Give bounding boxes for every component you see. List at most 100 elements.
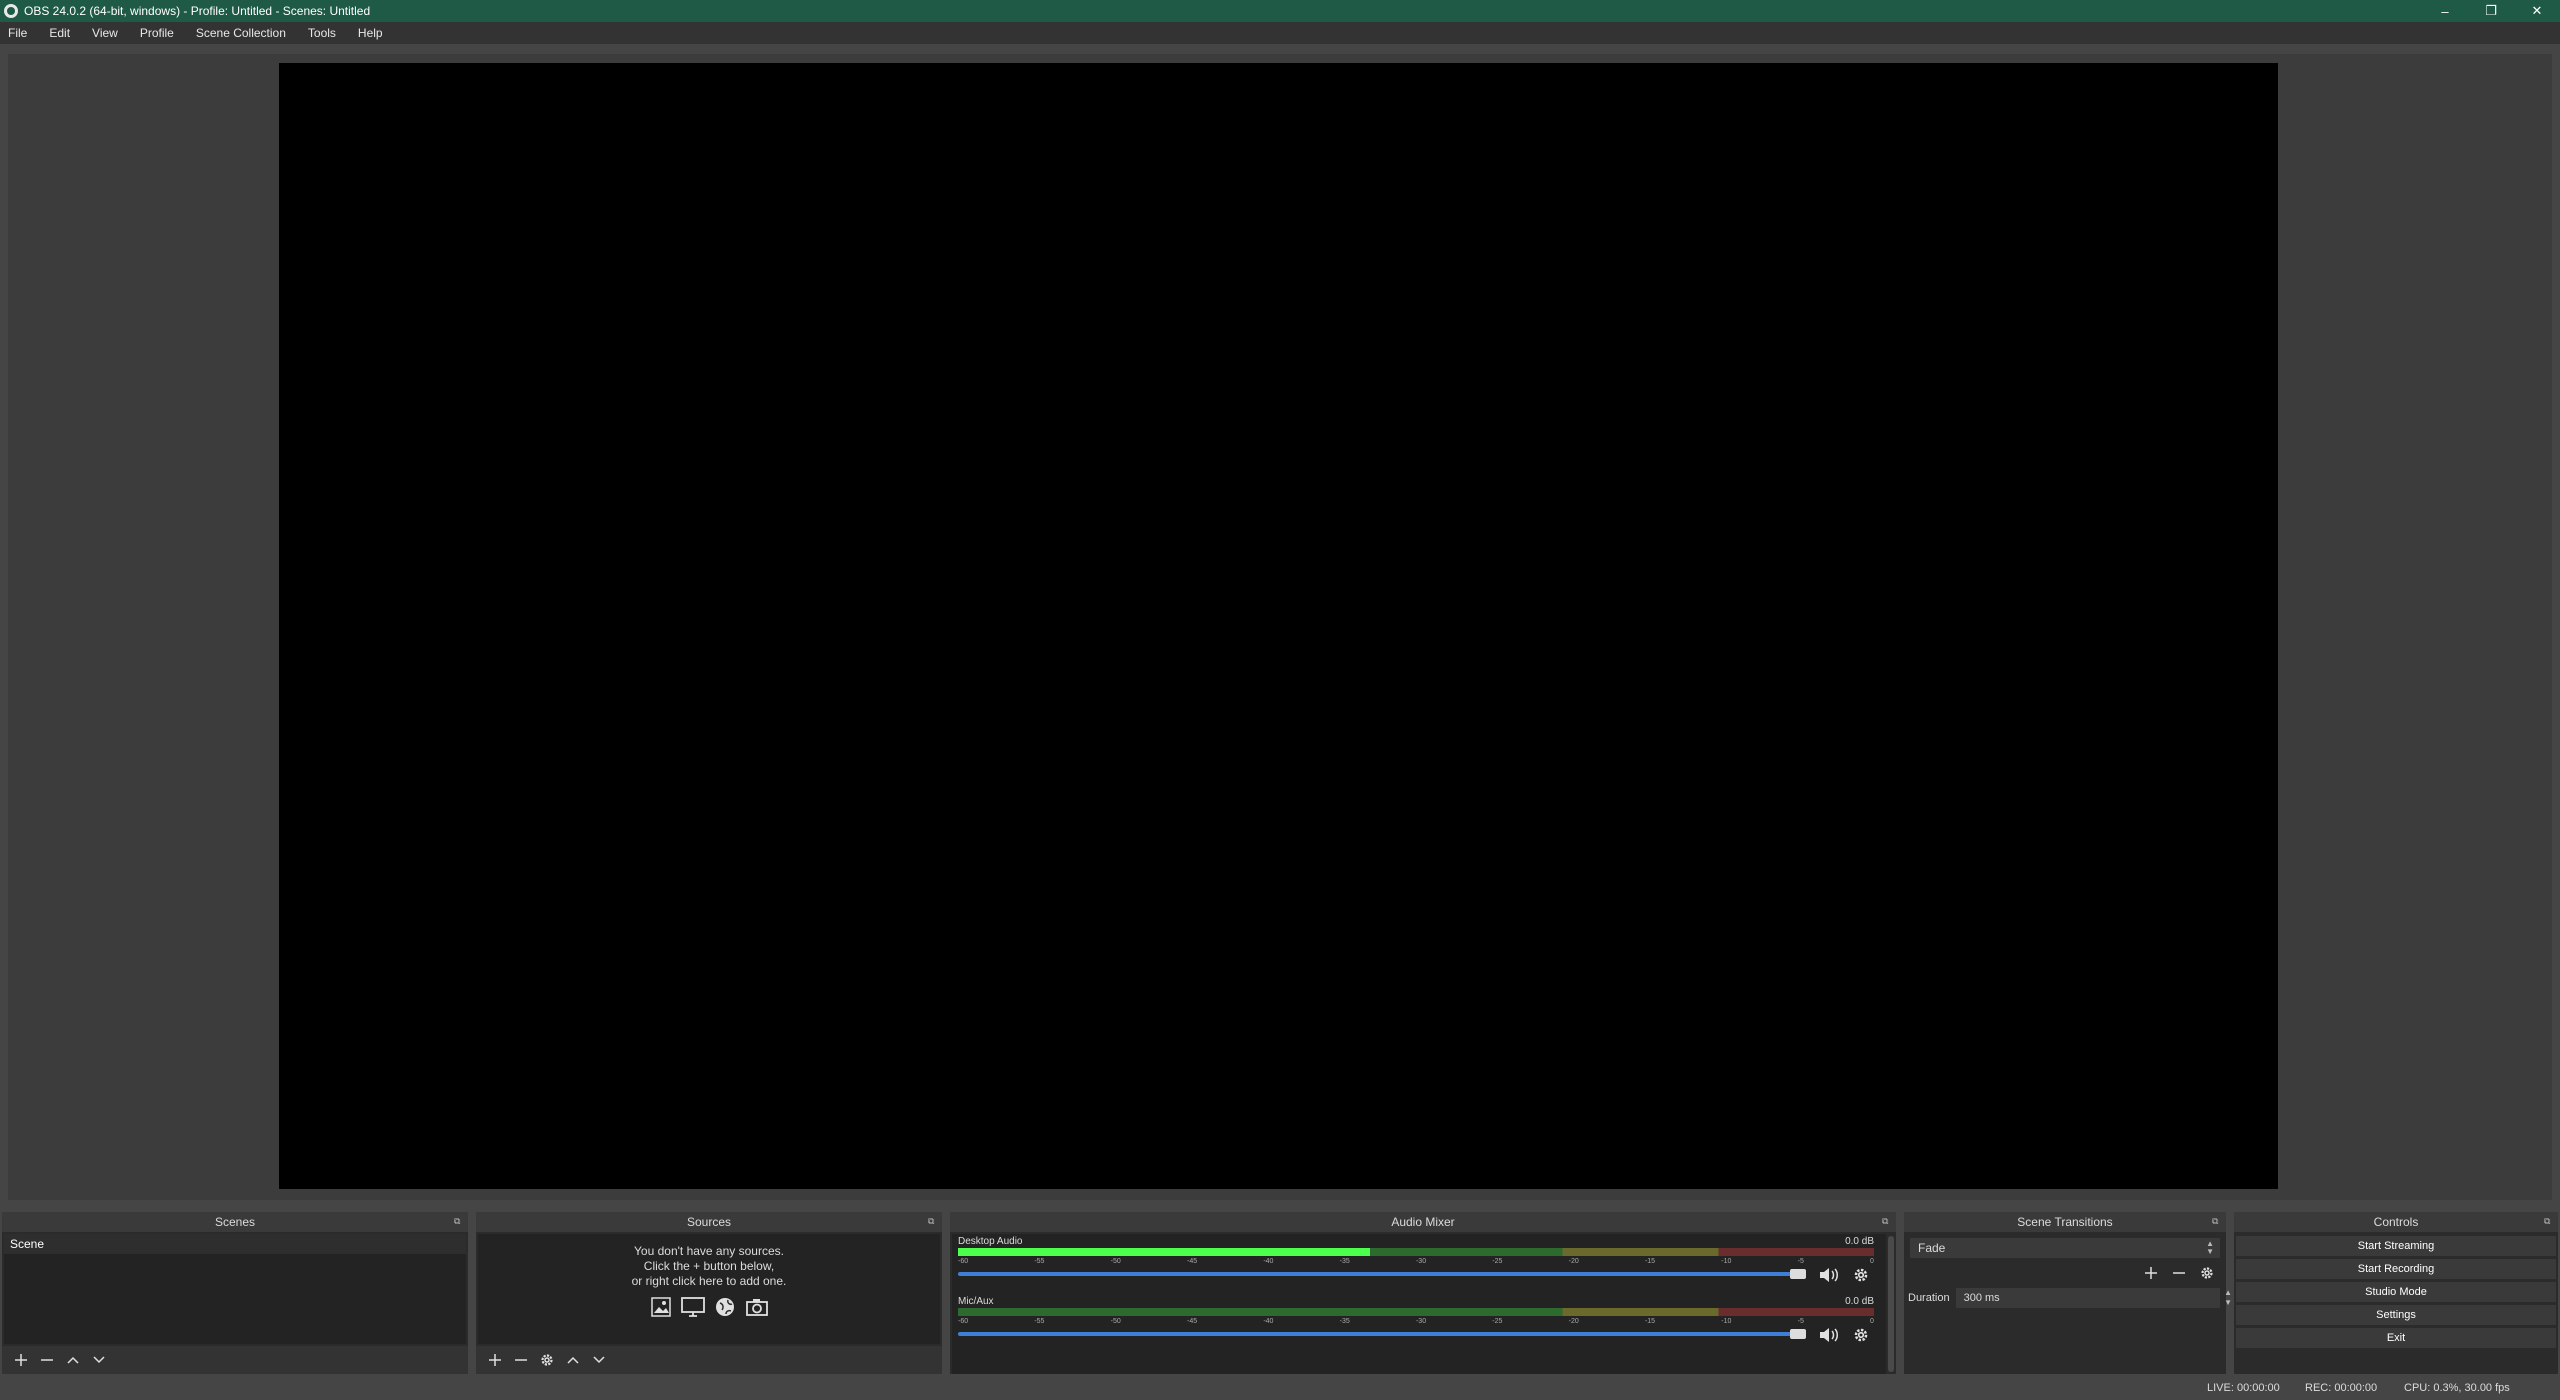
rec-status: REC: 00:00:00 [2305, 1382, 2378, 1394]
volume-slider-handle[interactable] [1790, 1269, 1806, 1279]
window-controls: – ❐ ✕ [2422, 0, 2560, 22]
browser-source-icon [712, 1295, 738, 1319]
start-recording-button[interactable]: Start Recording [2236, 1259, 2556, 1279]
mixer-scrollbar[interactable] [1888, 1236, 1894, 1372]
move-source-up-button[interactable] [560, 1349, 586, 1371]
meter-tick: -50 [1110, 1318, 1121, 1325]
mute-button[interactable] [1818, 1266, 1840, 1284]
close-icon[interactable]: ✕ [2514, 0, 2560, 22]
volume-slider-handle[interactable] [1790, 1329, 1806, 1339]
source-type-icons [478, 1295, 940, 1319]
channel-db: 0.0 dB [1845, 1236, 1874, 1247]
studio-mode-button[interactable]: Studio Mode [2236, 1282, 2556, 1302]
meter-tick: -35 [1339, 1318, 1350, 1325]
restore-icon[interactable]: ❐ [2468, 0, 2514, 22]
volume-meter [958, 1308, 1874, 1316]
meter-tick: -45 [1186, 1318, 1198, 1325]
meter-tick: -10 [1721, 1318, 1732, 1325]
remove-scene-button[interactable] [34, 1349, 60, 1371]
undock-icon[interactable]: ⧉ [2544, 1216, 2554, 1226]
channel-settings-button[interactable] [1852, 1266, 1872, 1284]
meter-tick: -55 [1034, 1318, 1045, 1325]
menu-profile[interactable]: Profile [136, 26, 178, 40]
transition-select[interactable]: Fade ▲ ▼ [1910, 1238, 2220, 1258]
meter-tick: -15 [1644, 1258, 1656, 1265]
meter-tick: -55 [1034, 1258, 1045, 1265]
gear-icon [1854, 1268, 1868, 1282]
sources-list[interactable]: You don't have any sources. Click the + … [478, 1234, 940, 1344]
source-properties-button[interactable] [534, 1349, 560, 1371]
spinbox-arrows-icon[interactable]: ▲ ▼ [2224, 1288, 2232, 1308]
undock-icon[interactable]: ⧉ [2212, 1216, 2222, 1226]
chevron-up-icon [567, 1356, 579, 1364]
move-scene-up-button[interactable] [60, 1349, 86, 1371]
obs-logo-icon [4, 4, 18, 18]
meter-ticks: -60 -55 -50 -45 -40 -35 -30 -25 -20 -15 … [958, 1258, 1874, 1268]
add-source-button[interactable] [482, 1349, 508, 1371]
duration-input[interactable]: 300 ms ▲ ▼ [1955, 1288, 2232, 1308]
list-item[interactable]: Scene [4, 1234, 466, 1254]
cpu-status: CPU: 0.3%, 30.00 fps [2404, 1382, 2510, 1394]
controls-dock: Controls ⧉ Start Streaming Start Recordi… [2234, 1212, 2558, 1374]
camera-source-icon [744, 1295, 770, 1319]
volume-slider[interactable] [958, 1272, 1800, 1276]
channel-name: Mic/Aux [958, 1296, 994, 1307]
menu-tools[interactable]: Tools [304, 26, 340, 40]
meter-tick: -50 [1110, 1258, 1121, 1265]
plus-icon [489, 1354, 501, 1366]
menu-view[interactable]: View [88, 26, 122, 40]
mute-button[interactable] [1818, 1326, 1840, 1344]
scenes-toolbar [2, 1346, 468, 1374]
plus-icon [15, 1354, 27, 1366]
duration-label: Duration [1908, 1292, 1950, 1304]
preview-canvas[interactable] [279, 63, 2278, 1189]
live-status: LIVE: 00:00:00 [2207, 1382, 2280, 1394]
menu-help[interactable]: Help [354, 26, 387, 40]
scene-transitions-header: Scene Transitions ⧉ [1904, 1212, 2226, 1232]
chevron-down-icon [93, 1356, 105, 1364]
remove-transition-button[interactable] [2166, 1262, 2192, 1284]
undock-icon[interactable]: ⧉ [454, 1216, 464, 1226]
chevron-down-icon [593, 1356, 605, 1364]
preview-area[interactable] [8, 54, 2552, 1200]
minus-icon [2173, 1272, 2185, 1274]
empty-message-line: Click the + button below, [643, 1259, 775, 1273]
menu-edit[interactable]: Edit [45, 26, 74, 40]
undock-icon[interactable]: ⧉ [1882, 1216, 1892, 1226]
menu-scene-collection[interactable]: Scene Collection [192, 26, 290, 40]
meter-tick: -5 [1797, 1318, 1804, 1325]
meter-tick: -20 [1568, 1318, 1579, 1325]
meter-tick: -40 [1263, 1318, 1274, 1325]
exit-button[interactable]: Exit [2236, 1328, 2556, 1348]
select-arrows-icon: ▲ ▼ [2206, 1239, 2214, 1256]
start-streaming-button[interactable]: Start Streaming [2236, 1236, 2556, 1256]
meter-tick: -15 [1644, 1318, 1656, 1325]
move-source-down-button[interactable] [586, 1349, 612, 1371]
volume-slider[interactable] [958, 1332, 1800, 1336]
chevron-up-icon [67, 1356, 79, 1364]
sources-dock: Sources ⧉ You don't have any sources. Cl… [476, 1212, 942, 1374]
channel-desktop-audio: Desktop Audio 0.0 dB -60 -55 -50 -45 -40… [956, 1236, 1880, 1294]
menu-bar: File Edit View Profile Scene Collection … [0, 22, 2560, 44]
menu-file[interactable]: File [4, 26, 31, 40]
move-scene-down-button[interactable] [86, 1349, 112, 1371]
settings-button[interactable]: Settings [2236, 1305, 2556, 1325]
audio-mixer-header: Audio Mixer ⧉ [950, 1212, 1896, 1232]
transition-selected-value: Fade [1918, 1241, 1946, 1255]
speaker-icon [1820, 1328, 1838, 1342]
add-transition-button[interactable] [2138, 1262, 2164, 1284]
scene-transitions-title: Scene Transitions [2017, 1215, 2113, 1229]
minimize-icon[interactable]: – [2422, 0, 2468, 22]
undock-icon[interactable]: ⧉ [928, 1216, 938, 1226]
mixer-channels: Desktop Audio 0.0 dB -60 -55 -50 -45 -40… [952, 1234, 1886, 1374]
remove-source-button[interactable] [508, 1349, 534, 1371]
transition-properties-button[interactable] [2194, 1262, 2220, 1284]
meter-tick: -25 [1492, 1318, 1503, 1325]
channel-settings-button[interactable] [1852, 1326, 1872, 1344]
channel-db: 0.0 dB [1845, 1296, 1874, 1307]
title-bar: OBS 24.0.2 (64-bit, windows) - Profile: … [0, 0, 2560, 22]
gear-icon [1854, 1328, 1868, 1342]
volume-meter [958, 1248, 1874, 1256]
add-scene-button[interactable] [8, 1349, 34, 1371]
scene-list[interactable]: Scene [4, 1234, 466, 1344]
